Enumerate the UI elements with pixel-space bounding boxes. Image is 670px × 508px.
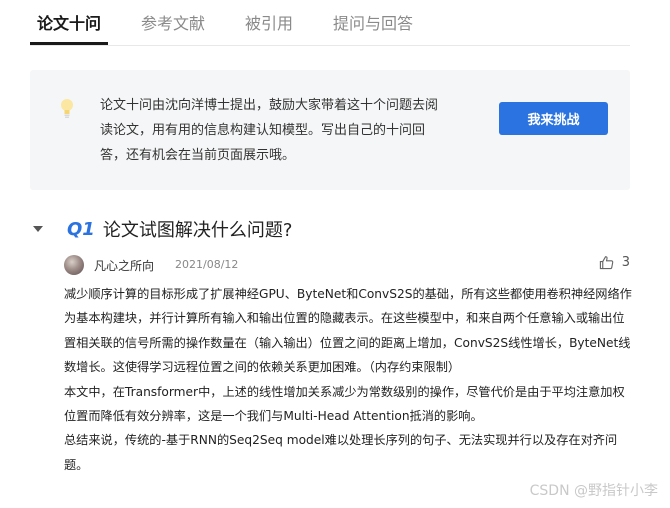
tab-ten-questions[interactable]: 论文十问	[37, 10, 101, 34]
watermark: CSDN @野指针小李	[529, 483, 658, 499]
info-line: 答，还有机会在当前页面展示哦。	[100, 148, 296, 163]
tab-bar: 论文十问 参考文献 被引用 提问与回答	[30, 0, 630, 46]
answer-date: 2021/08/12	[175, 258, 239, 271]
question-title: 论文试图解决什么问题?	[102, 220, 293, 241]
answer-paragraph: 总结来说，传统的-基于RNN的Seq2Seq model难以处理长序列的句子、无…	[64, 433, 618, 472]
question-number: Q1	[67, 218, 95, 240]
info-line: 论文十问由沈向洋博士提出，鼓励大家带着这十个问题去阅	[100, 98, 439, 113]
question-header[interactable]: Q1 论文试图解决什么问题?	[30, 215, 292, 243]
active-tab-indicator	[30, 42, 108, 45]
info-description: 论文十问由沈向洋博士提出，鼓励大家带着这十个问题去阅 读论文，用有用的信息构建认…	[100, 93, 480, 168]
info-banner: 论文十问由沈向洋博士提出，鼓励大家带着这十个问题去阅 读论文，用有用的信息构建认…	[30, 70, 630, 190]
tab-cited-by[interactable]: 被引用	[245, 10, 293, 34]
avatar[interactable]	[64, 255, 84, 275]
answer-paragraph: 减少顺序计算的目标形成了扩展神经GPU、ByteNet和ConvS2S的基础，所…	[64, 287, 632, 375]
info-line: 读论文，用有用的信息构建认知模型。写出自己的十问回	[100, 123, 426, 138]
caret-down-icon[interactable]	[33, 226, 43, 232]
tab-qa[interactable]: 提问与回答	[333, 10, 413, 34]
answer-body: 减少顺序计算的目标形成了扩展神经GPU、ByteNet和ConvS2S的基础，所…	[64, 282, 634, 477]
answer-paragraph: 本文中，在Transformer中，上述的线性增加关系减少为常数级别的操作，尽管…	[64, 384, 625, 424]
challenge-button[interactable]: 我来挑战	[499, 102, 608, 135]
answer-meta: 凡心之所向 2021/08/12 3	[64, 255, 630, 277]
lightbulb-icon	[61, 99, 73, 118]
tab-references[interactable]: 参考文献	[141, 10, 205, 34]
thumbs-up-icon	[599, 256, 614, 270]
like-button[interactable]: 3	[599, 255, 630, 270]
author-name[interactable]: 凡心之所向	[94, 257, 154, 274]
like-count: 3	[621, 255, 630, 270]
